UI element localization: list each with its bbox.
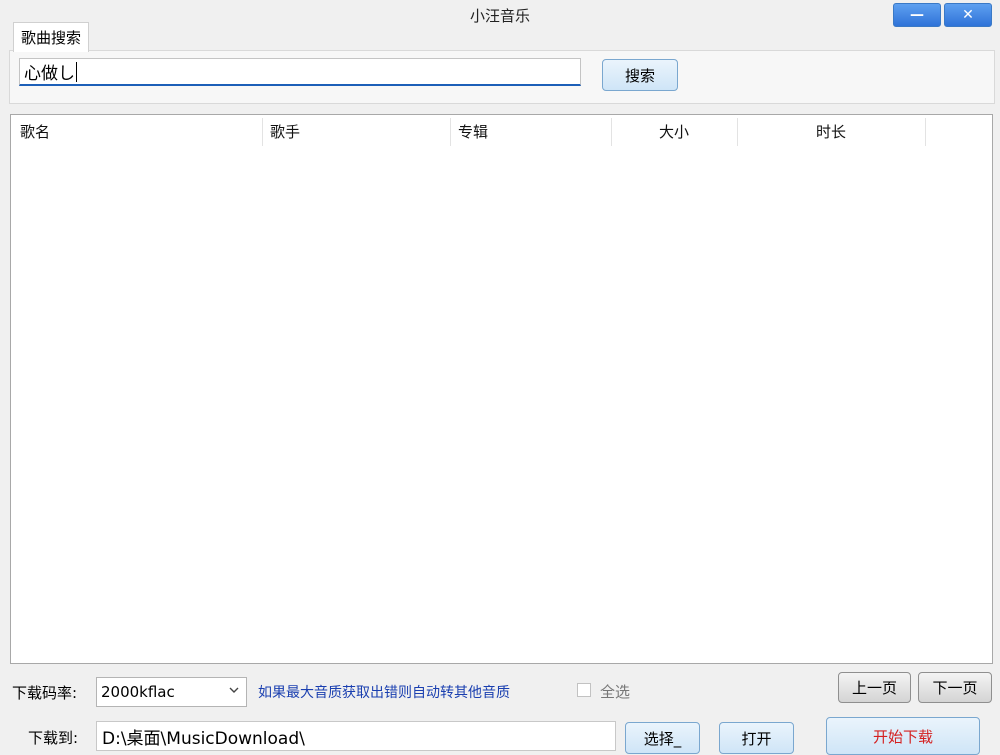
column-header-size[interactable]: 大小 bbox=[612, 116, 736, 146]
search-input-value: 心做し bbox=[24, 64, 75, 84]
column-header-album[interactable]: 专辑 bbox=[458, 116, 608, 146]
start-download-button[interactable]: 开始下载 bbox=[826, 717, 980, 755]
window-title: 小汪音乐 bbox=[469, 7, 530, 25]
select-all-checkbox[interactable] bbox=[577, 683, 591, 697]
minimize-button[interactable]: — bbox=[893, 3, 941, 27]
column-header-artist[interactable]: 歌手 bbox=[270, 116, 448, 146]
open-folder-button[interactable]: 打开 bbox=[719, 722, 794, 754]
minimize-icon: — bbox=[910, 7, 924, 23]
chevron-down-icon bbox=[228, 684, 240, 699]
prev-page-button[interactable]: 上一页 bbox=[838, 672, 911, 703]
bitrate-value: 2000kflac bbox=[101, 683, 175, 701]
bitrate-select[interactable]: 2000kflac bbox=[96, 677, 247, 707]
bitrate-label: 下载码率: bbox=[12, 684, 78, 702]
search-button[interactable]: 搜索 bbox=[602, 59, 678, 91]
select-all-label: 全选 bbox=[600, 683, 631, 701]
close-button[interactable]: ✕ bbox=[944, 3, 992, 27]
text-caret bbox=[76, 61, 77, 82]
download-path-input[interactable]: D:\桌面\MusicDownload\ bbox=[96, 721, 616, 751]
tab-song-search[interactable]: 歌曲搜索 bbox=[13, 22, 89, 52]
search-input[interactable]: 心做し bbox=[19, 58, 581, 86]
column-divider[interactable] bbox=[450, 118, 451, 146]
column-divider[interactable] bbox=[925, 118, 926, 146]
results-list[interactable] bbox=[10, 114, 993, 664]
bitrate-hint: 如果最大音质获取出错则自动转其他音质 bbox=[258, 685, 510, 701]
column-header-title[interactable]: 歌名 bbox=[20, 116, 260, 146]
close-icon: ✕ bbox=[962, 7, 974, 23]
choose-folder-button[interactable]: 选择_ bbox=[625, 722, 700, 754]
column-header-duration[interactable]: 时长 bbox=[738, 116, 924, 146]
next-page-button[interactable]: 下一页 bbox=[918, 672, 992, 703]
column-divider[interactable] bbox=[262, 118, 263, 146]
